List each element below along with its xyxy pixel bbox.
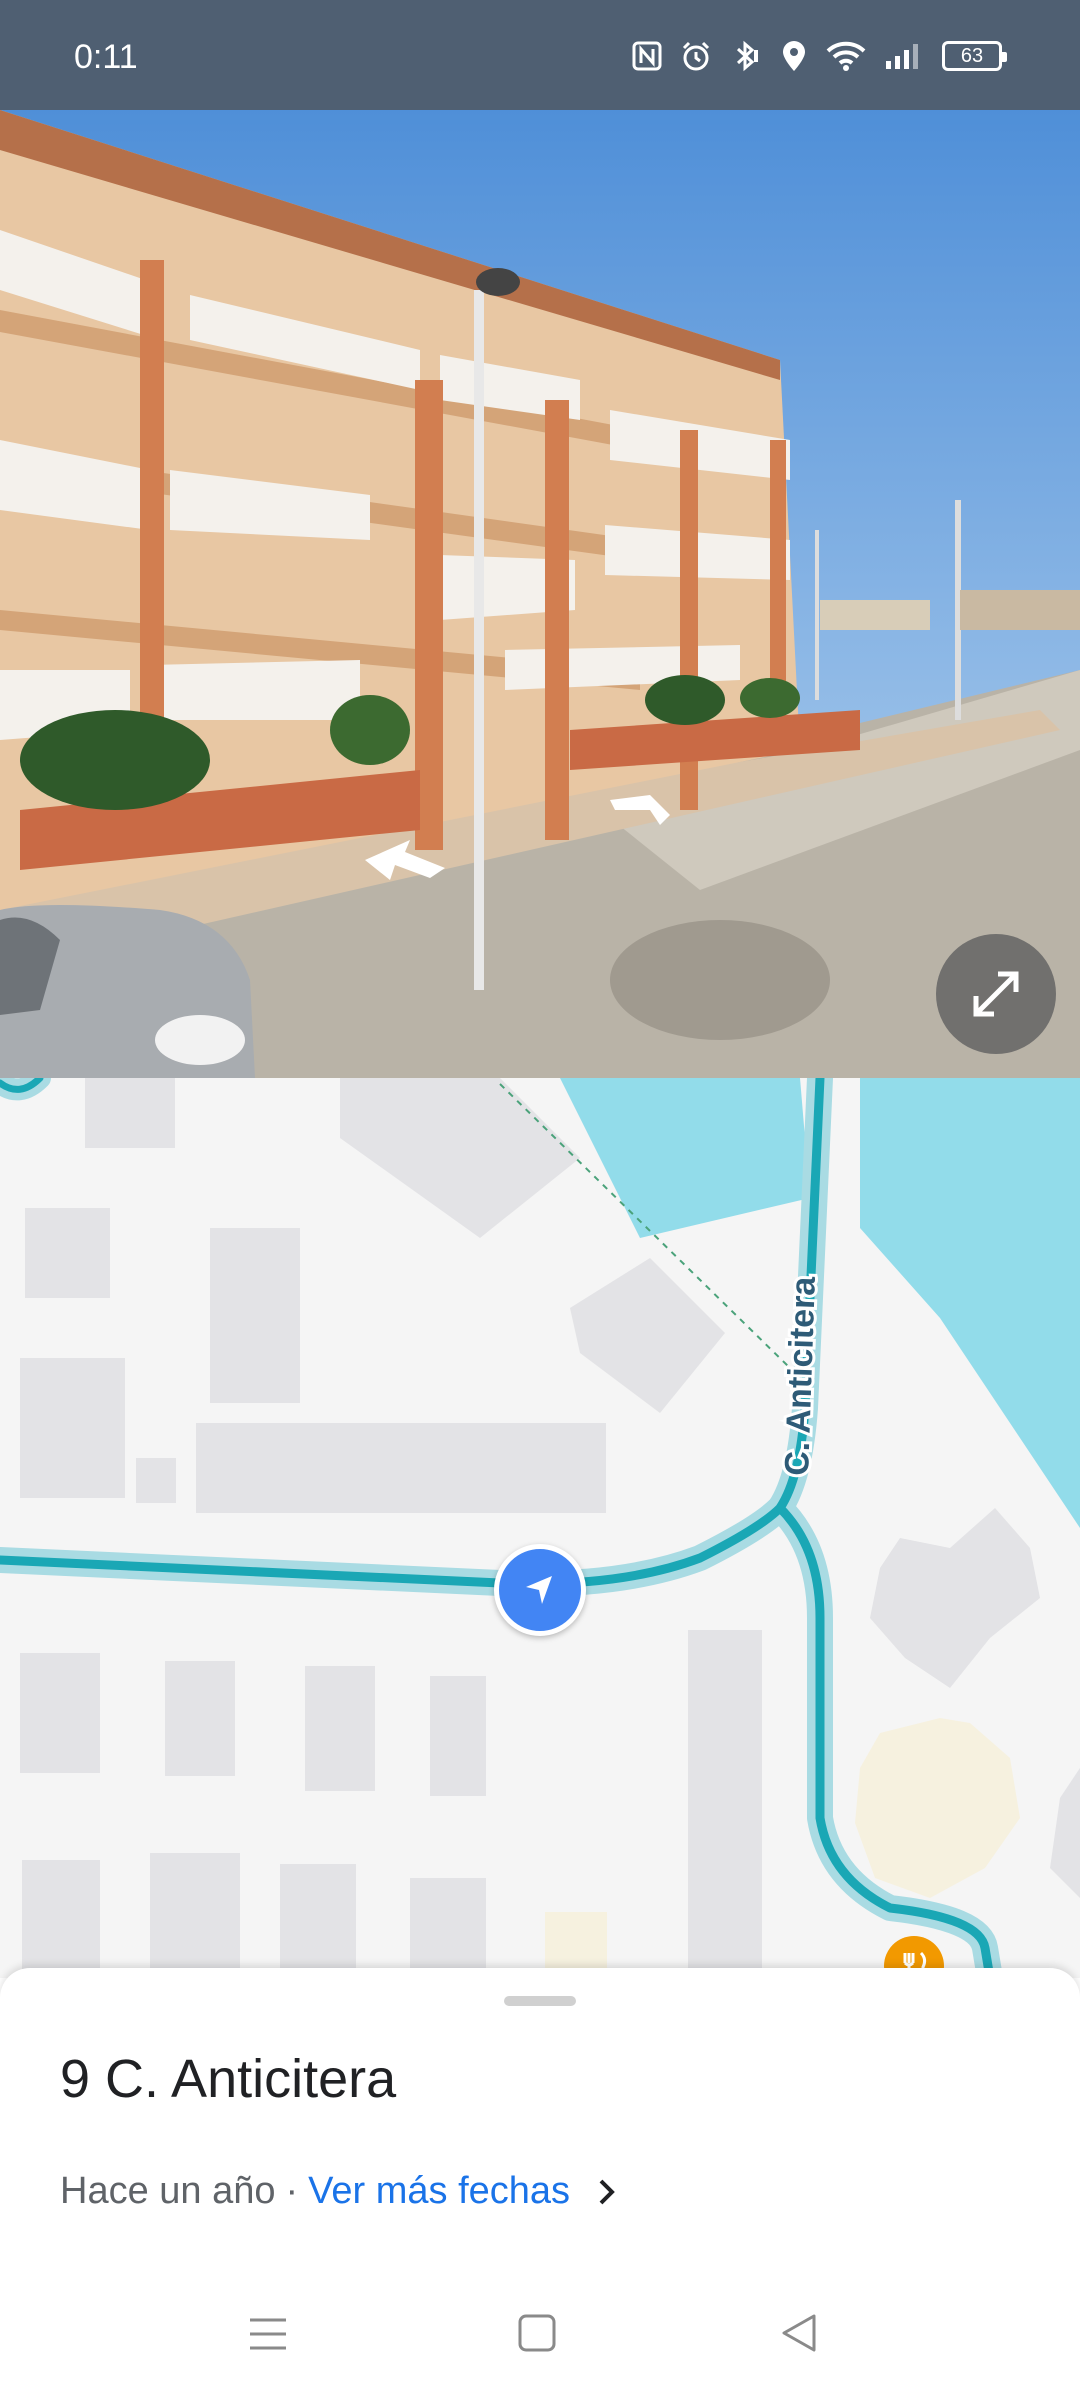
water-area xyxy=(560,1078,810,1238)
alarm-icon xyxy=(682,41,710,71)
chevron-right-icon[interactable] xyxy=(596,2177,618,2207)
water-area-east xyxy=(860,1078,1080,1528)
signal-icon xyxy=(886,44,918,69)
system-nav-bar xyxy=(0,2290,1080,2380)
battery-indicator: 63 xyxy=(942,41,1007,71)
date-row: Hace un año · Ver más fechas xyxy=(60,2170,618,2213)
map-canvas: C. Anticitera xyxy=(0,1078,1080,1978)
separator: · xyxy=(285,2170,299,2212)
current-location-marker[interactable] xyxy=(494,1544,586,1636)
status-bar: 0:11 63 xyxy=(0,0,1080,110)
street-view-photo xyxy=(0,110,1080,1078)
address-title: 9 C. Anticitera xyxy=(60,2049,397,2109)
map-view[interactable]: C. Anticitera xyxy=(0,1078,1080,1978)
status-icons: 63 xyxy=(632,40,1007,72)
park-area xyxy=(855,1718,1020,1898)
location-icon xyxy=(783,41,805,71)
expand-button[interactable] xyxy=(936,934,1056,1054)
bluetooth-icon xyxy=(736,40,758,72)
nfc-icon xyxy=(632,41,662,71)
street-view-image[interactable] xyxy=(0,110,1080,1078)
drag-handle[interactable] xyxy=(504,1996,576,2006)
street-label: C. Anticitera xyxy=(778,1275,823,1476)
status-time: 0:11 xyxy=(74,38,138,76)
back-icon[interactable] xyxy=(780,2312,820,2354)
wifi-icon xyxy=(826,41,866,71)
capture-date: Hace un año xyxy=(60,2170,276,2212)
more-dates-link[interactable]: Ver más fechas xyxy=(308,2170,570,2213)
navigation-arrow-icon xyxy=(526,1576,552,1604)
home-icon[interactable] xyxy=(516,2312,558,2354)
menu-icon[interactable] xyxy=(248,2314,288,2354)
expand-icon xyxy=(973,971,1019,1017)
